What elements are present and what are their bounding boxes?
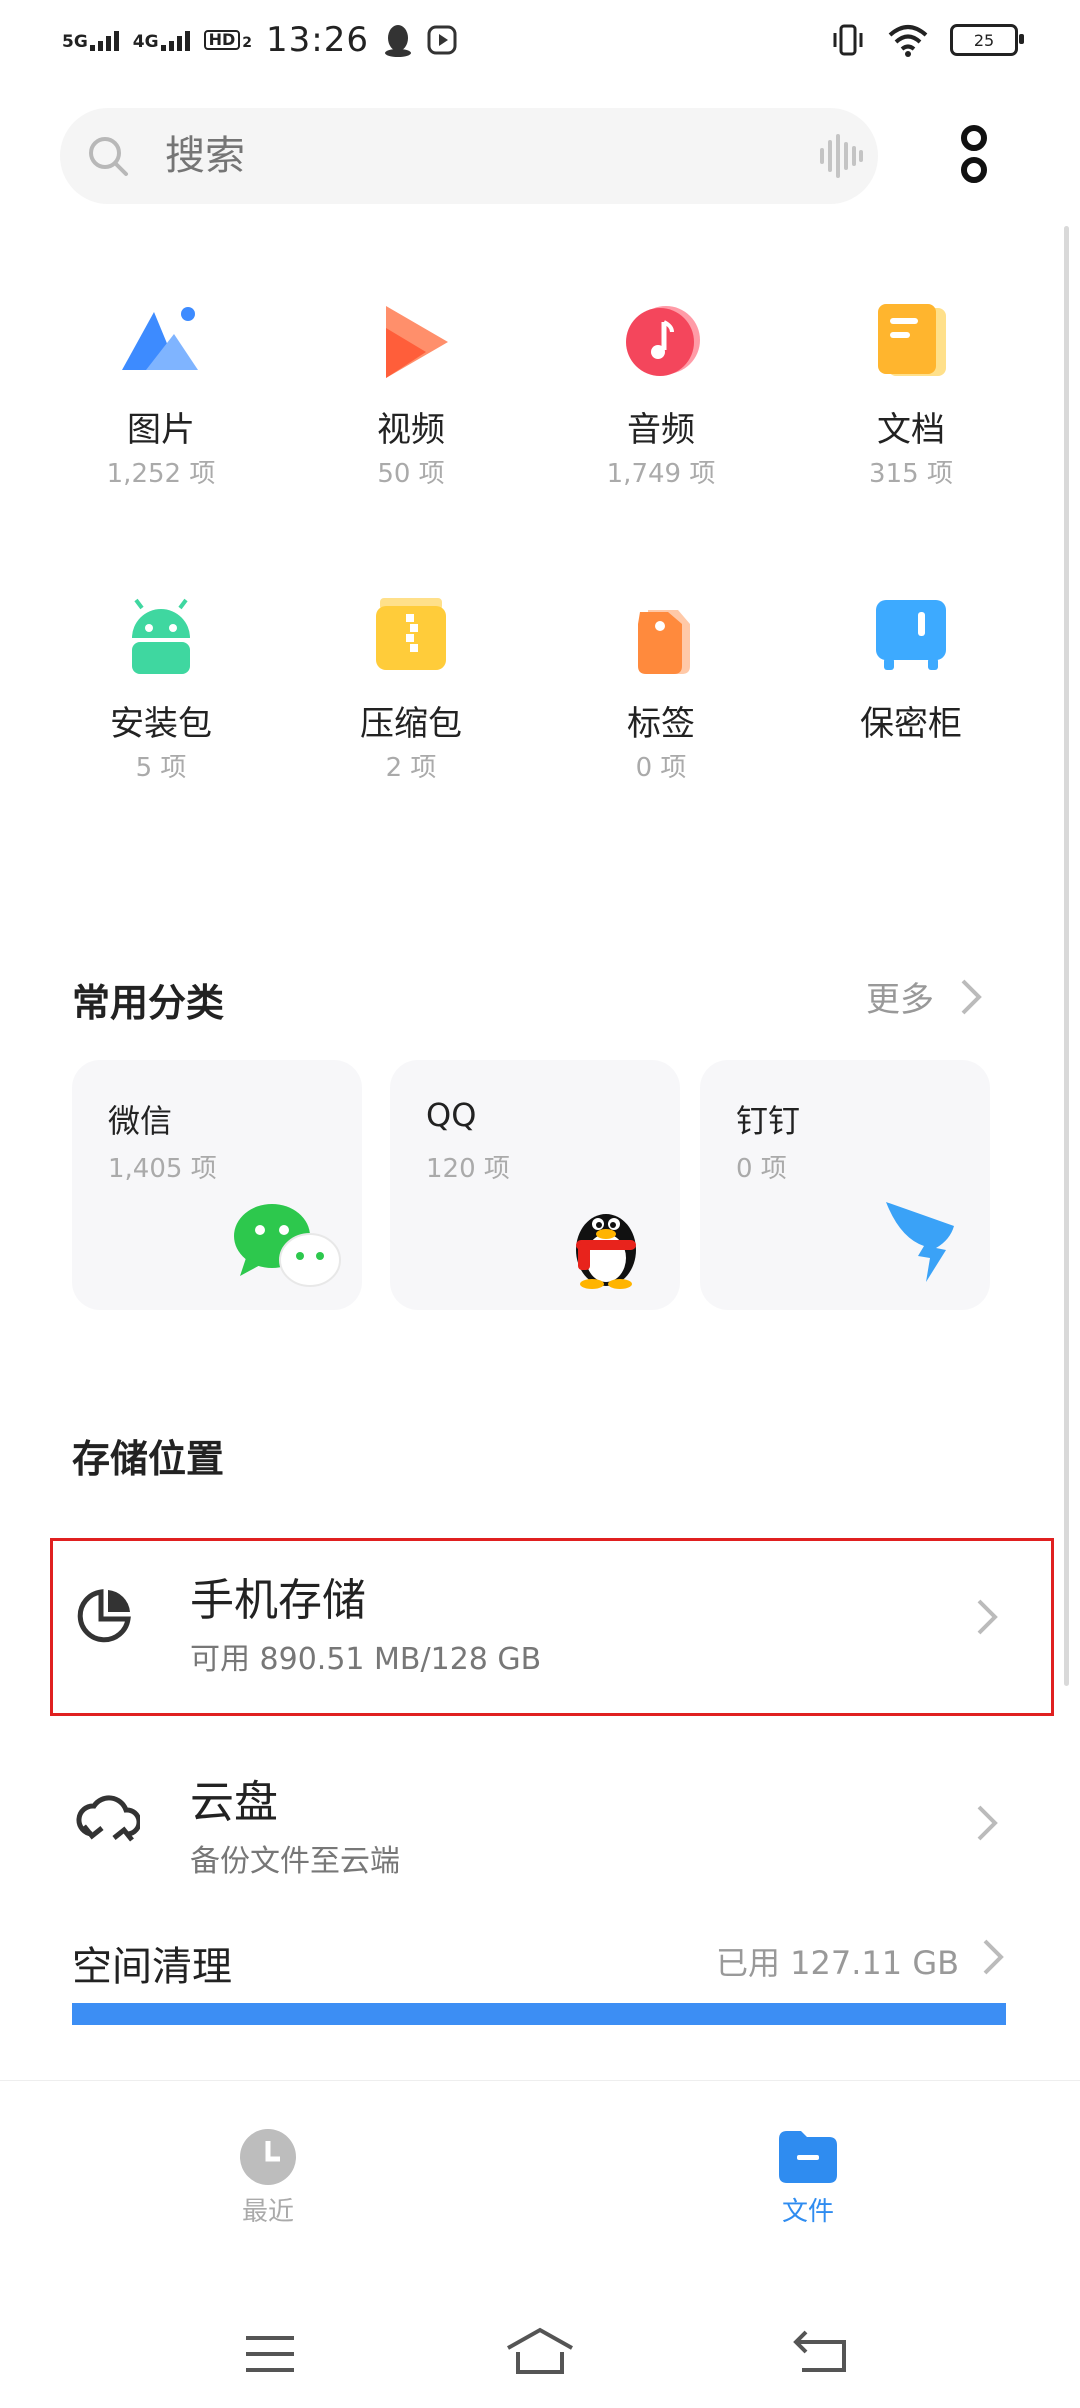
nav-label: 文件 (781, 2197, 834, 2227)
archive-icon (376, 598, 446, 670)
category-label: 压缩包 (360, 704, 462, 744)
category-images[interactable]: 图片 1,252 项 (36, 300, 286, 490)
nav-recent[interactable]: 最近 (218, 2127, 318, 2228)
more-link[interactable]: 更多 (866, 972, 982, 1021)
video-notification-icon (427, 25, 457, 55)
more-label: 更多 (866, 980, 934, 1020)
wechat-icon (234, 1204, 341, 1287)
home-icon[interactable] (504, 2326, 576, 2376)
document-icon (878, 304, 946, 376)
folder-icon (779, 2131, 837, 2183)
dingtalk-icon (886, 1202, 954, 1282)
nav-files[interactable]: 文件 (758, 2127, 858, 2228)
status-bar: 5G 4G HD 2 13:26 25 (0, 0, 1080, 80)
category-tags[interactable]: 标签 0 项 (536, 594, 786, 784)
cloud-title: 云盘 (190, 1777, 278, 1828)
app-card-title: 微信 (108, 1102, 173, 1140)
category-audio[interactable]: 音频 1,749 项 (536, 300, 786, 490)
qq-penguin-icon (576, 1214, 636, 1289)
app-card-dingtalk[interactable]: 钉钉 0 项 (700, 1060, 990, 1310)
image-icon (122, 307, 198, 370)
status-left: 5G 4G HD 2 13:26 (62, 18, 457, 62)
chevron-right-icon (977, 1805, 998, 1841)
clock: 13:26 (266, 20, 369, 60)
battery-level: 25 (973, 30, 995, 50)
search-icon (89, 137, 128, 176)
category-count: 1,749 项 (606, 459, 716, 489)
common-section-title: 常用分类 (72, 981, 225, 1025)
cleanup-used: 已用 127.11 GB (716, 1944, 960, 1982)
video-icon (386, 306, 448, 378)
scrollbar[interactable] (1064, 226, 1069, 1686)
audio-icon (626, 306, 700, 376)
app-card-wechat[interactable]: 微信 1,405 项 (72, 1060, 362, 1310)
category-count: 50 项 (377, 459, 445, 489)
cleanup-title: 空间清理 (72, 1944, 232, 1990)
category-label: 标签 (627, 704, 695, 744)
category-label: 音频 (627, 410, 695, 450)
category-label: 视频 (377, 410, 445, 450)
signal-4g: 4G (133, 29, 190, 51)
app-card-title: 钉钉 (736, 1102, 801, 1140)
vibrate-icon (833, 24, 863, 56)
category-count: 5 项 (135, 753, 187, 783)
tag-icon (638, 610, 690, 674)
network-type-label: 5G (62, 32, 88, 52)
cloud-storage-row[interactable]: 云盘 备份文件至云端 (0, 1742, 1080, 1922)
category-videos[interactable]: 视频 50 项 (286, 300, 536, 490)
app-card-qq[interactable]: QQ 120 项 (390, 1060, 680, 1310)
more-options-icon[interactable] (952, 124, 996, 188)
app-card-title: QQ (426, 1096, 477, 1134)
category-archives[interactable]: 压缩包 2 项 (286, 594, 536, 784)
app-card-count: 1,405 项 (108, 1154, 217, 1184)
category-count: 2 项 (385, 753, 437, 783)
hd-indicator: HD 2 (203, 30, 253, 51)
android-icon (132, 598, 190, 674)
cloud-subtitle: 备份文件至云端 (190, 1844, 400, 1879)
status-right: 25 (830, 20, 1024, 60)
app-card-count: 120 项 (426, 1154, 510, 1184)
category-count: 0 项 (635, 753, 687, 783)
category-count: 1,252 项 (106, 459, 216, 489)
storage-section-title: 存储位置 (72, 1437, 225, 1481)
qq-notification-icon (385, 25, 411, 57)
back-icon[interactable] (792, 2328, 852, 2374)
storage-usage-bar (72, 2003, 1006, 2025)
chevron-right-icon (961, 979, 982, 1014)
hd-label: HD (203, 30, 241, 50)
wifi-icon (888, 25, 928, 57)
chevron-right-icon (983, 1939, 1004, 1975)
bottom-nav: 最近 文件 (0, 2080, 1080, 2281)
battery-icon: 25 (950, 24, 1024, 56)
category-documents[interactable]: 文档 315 项 (786, 300, 1036, 490)
category-apks[interactable]: 安装包 5 项 (36, 594, 286, 784)
category-label: 安装包 (110, 704, 212, 744)
cloud-sync-icon (76, 1795, 140, 1842)
hd-sub-label: 2 (242, 35, 253, 51)
selection-highlight (50, 1538, 1054, 1716)
signal-5g: 5G (62, 29, 119, 51)
category-count: 315 项 (869, 459, 953, 489)
voice-search-icon[interactable] (818, 132, 864, 180)
system-nav-bar (0, 2280, 1080, 2408)
network-type-label: 4G (132, 32, 159, 52)
safe-icon (876, 600, 946, 670)
space-cleanup-row[interactable]: 空间清理 已用 127.11 GB (0, 1914, 1080, 2054)
nav-label: 最近 (241, 2197, 294, 2227)
search-input[interactable] (165, 128, 765, 184)
category-safe[interactable]: 保密柜 (786, 594, 1036, 752)
app-card-count: 0 项 (736, 1154, 787, 1184)
category-label: 保密柜 (860, 704, 962, 744)
menu-icon[interactable] (244, 2334, 296, 2374)
category-label: 图片 (127, 410, 195, 450)
clock-icon (240, 2129, 296, 2185)
category-label: 文档 (877, 410, 945, 450)
